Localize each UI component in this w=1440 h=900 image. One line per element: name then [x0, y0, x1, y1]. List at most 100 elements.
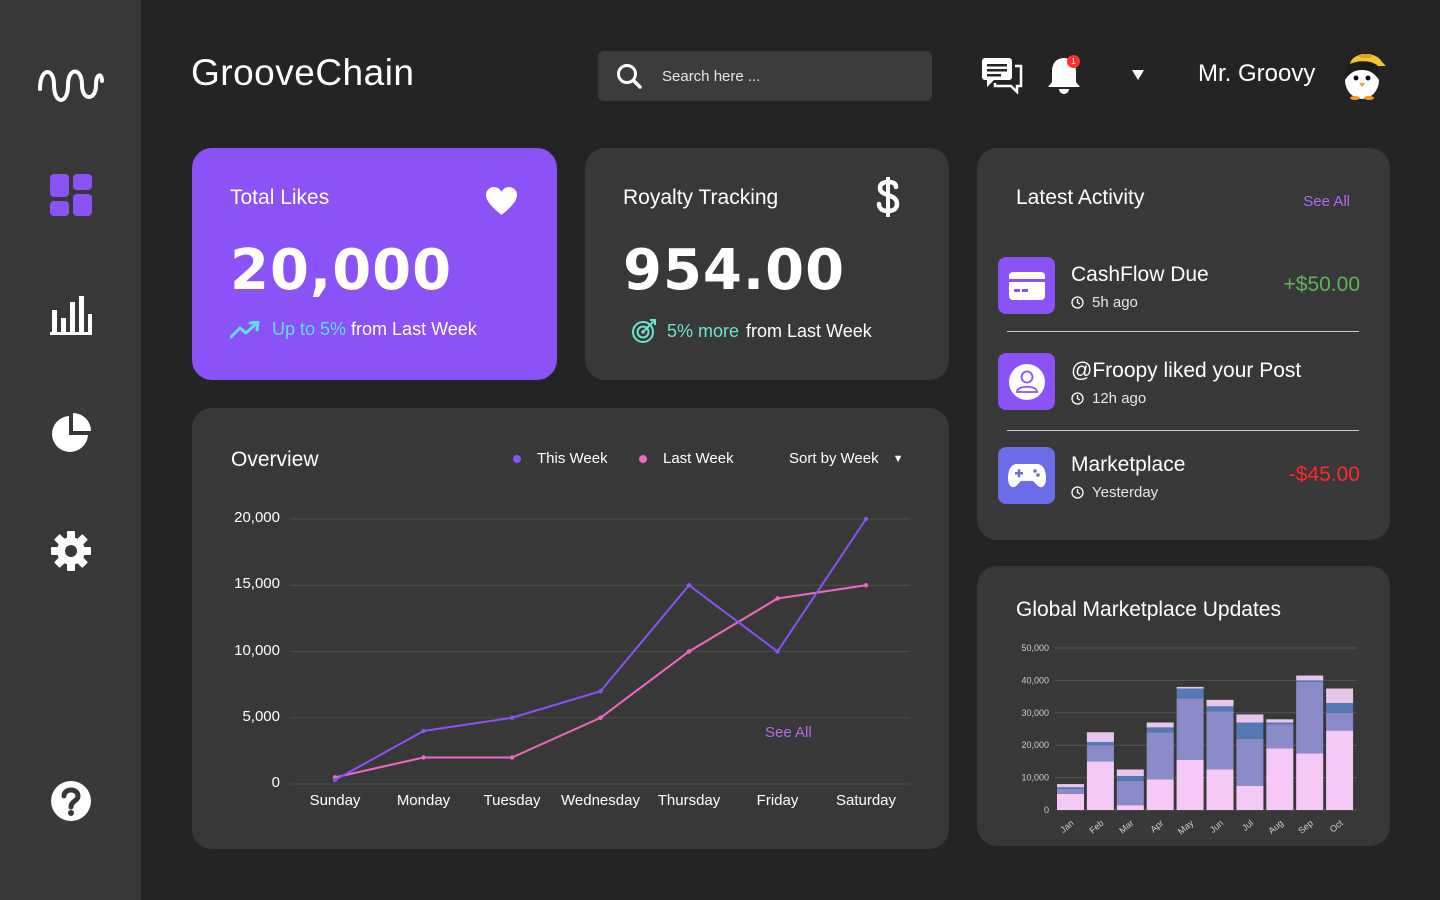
marketplace-stacked-bar-chart: 50,000 40,000 30,000 20,000 10,000 0 Jan Feb Mar… [1021, 643, 1357, 837]
caret-down-icon [1132, 70, 1144, 80]
series-line-last-week [334, 584, 867, 779]
avatar[interactable] [1338, 50, 1388, 100]
search-bar[interactable] [598, 51, 932, 101]
sidebar-item-reports[interactable] [0, 410, 141, 456]
bar-segment-aug [1266, 719, 1294, 723]
activity-amount: +$50.00 [1283, 273, 1361, 296]
x-tick-label: Wednesday [561, 792, 640, 809]
bar-segment-jan [1057, 787, 1084, 789]
sidebar [0, 0, 141, 900]
royalty-change-suffix: from Last Week [746, 320, 872, 341]
bar-segment-sep [1296, 753, 1324, 810]
x-tick-label: Jan [1058, 818, 1076, 835]
x-tick-label: Feb [1087, 818, 1105, 836]
bar-segment-apr [1146, 727, 1174, 733]
x-tick-label: Tuesday [483, 792, 541, 809]
logo [0, 60, 141, 108]
x-tick-label: Aug [1266, 818, 1285, 836]
bar-segment-oct [1326, 730, 1354, 810]
y-tick-label: 20,000 [234, 509, 280, 526]
sidebar-item-settings[interactable] [0, 528, 141, 574]
pie-chart-icon [51, 413, 91, 452]
groovechain-logo-icon [37, 69, 104, 102]
bar-segment-aug [1266, 748, 1294, 810]
activity-time: 12h ago [1071, 390, 1146, 407]
brand-title: GrooveChain [191, 52, 415, 93]
bar-segment-jun [1206, 711, 1234, 770]
credit-card-icon [1008, 271, 1045, 300]
bar-segment-jul [1236, 722, 1264, 739]
activity-item-cashflow[interactable]: CashFlow Due 5h ago +$50.00 [998, 257, 1360, 315]
activity-time-label: 5h ago [1092, 294, 1138, 311]
notification-badge: 1 [1067, 55, 1080, 68]
bar-segment-jun [1206, 699, 1234, 707]
bar-segment-mar [1116, 780, 1144, 806]
overview-line-chart [290, 516, 910, 785]
penguin-avatar-icon [1345, 53, 1386, 100]
bar-segment-jan [1057, 784, 1084, 788]
latest-activity-card: Latest Activity See All CashFlow Due 5h … [977, 148, 1390, 540]
sidebar-item-dashboard[interactable] [0, 172, 141, 218]
y-tick-label: 50,000 [1021, 643, 1049, 653]
total-likes-change-value: Up to 5% [272, 319, 347, 339]
activity-see-all-link[interactable]: See All [1303, 193, 1350, 210]
sidebar-item-analytics[interactable] [0, 292, 141, 338]
bar-segment-feb [1086, 761, 1114, 810]
x-tick-label: Monday [396, 792, 451, 809]
data-point-last-week [775, 596, 780, 601]
data-point-this-week [421, 728, 426, 734]
bar-segment-apr [1146, 732, 1174, 780]
search-input[interactable] [662, 67, 902, 85]
y-tick-label: 10,000 [1021, 773, 1049, 783]
x-tick-label: Sunday [309, 792, 361, 809]
y-tick-label: 20,000 [1021, 740, 1049, 750]
activity-icon-box [998, 257, 1055, 314]
x-tick-label: Oct [1328, 818, 1346, 835]
bar-segment-jun [1206, 769, 1234, 810]
activity-icon-box [998, 447, 1055, 504]
total-likes-title: Total Likes [230, 186, 330, 209]
royalty-change-value: 5% more [667, 320, 740, 341]
data-point-this-week [775, 649, 780, 654]
notification-count: 1 [1071, 57, 1076, 66]
data-point-this-week [863, 516, 869, 522]
activity-time-label: 12h ago [1092, 390, 1147, 407]
bar-segment-sep [1296, 675, 1324, 681]
data-point-this-week [332, 777, 338, 783]
activity-name: Marketplace [1071, 453, 1186, 476]
clock-icon [1071, 296, 1084, 309]
bar-segment-may [1176, 759, 1204, 810]
x-tick-label: Sep [1296, 818, 1315, 836]
royalty-value: 954.00 [623, 238, 846, 303]
bar-segment-oct [1326, 688, 1354, 704]
bar-segment-oct [1326, 712, 1354, 731]
messages-button[interactable] [981, 56, 1023, 99]
bar-segment-feb [1086, 745, 1114, 762]
royalty-tracking-card: Royalty Tracking 954.00 5% more from Las… [585, 148, 949, 380]
bar-segment-mar [1116, 805, 1144, 810]
bar-segment-apr [1146, 779, 1174, 810]
gear-icon [50, 531, 91, 571]
sidebar-item-help[interactable] [0, 778, 141, 824]
data-point-last-week [421, 755, 426, 760]
divider [1007, 331, 1359, 332]
dashboard-grid-icon [49, 174, 92, 216]
royalty-title: Royalty Tracking [623, 186, 779, 209]
x-tick-label: Jun [1208, 818, 1226, 835]
user-icon [1008, 363, 1045, 400]
notifications-button[interactable]: 1 [1046, 54, 1084, 101]
profile-dropdown-button[interactable] [1131, 68, 1145, 82]
total-likes-change: Up to 5% from Last Week [230, 319, 477, 340]
activity-item-marketplace[interactable]: Marketplace Yesterday -$45.00 [998, 447, 1360, 505]
help-icon [50, 781, 91, 821]
overview-see-all-link[interactable]: See All [765, 724, 812, 741]
x-tick-label: May [1176, 818, 1196, 837]
activity-item-froopy[interactable]: @Froopy liked your Post 12h ago [998, 353, 1360, 411]
divider [1007, 430, 1359, 431]
dollar-icon [876, 177, 900, 217]
royalty-change: 5% more from Last Week [631, 318, 872, 344]
activity-time: 5h ago [1071, 294, 1138, 311]
data-point-last-week [686, 649, 692, 654]
data-point-last-week [863, 583, 869, 588]
x-tick-label: Saturday [835, 792, 897, 809]
